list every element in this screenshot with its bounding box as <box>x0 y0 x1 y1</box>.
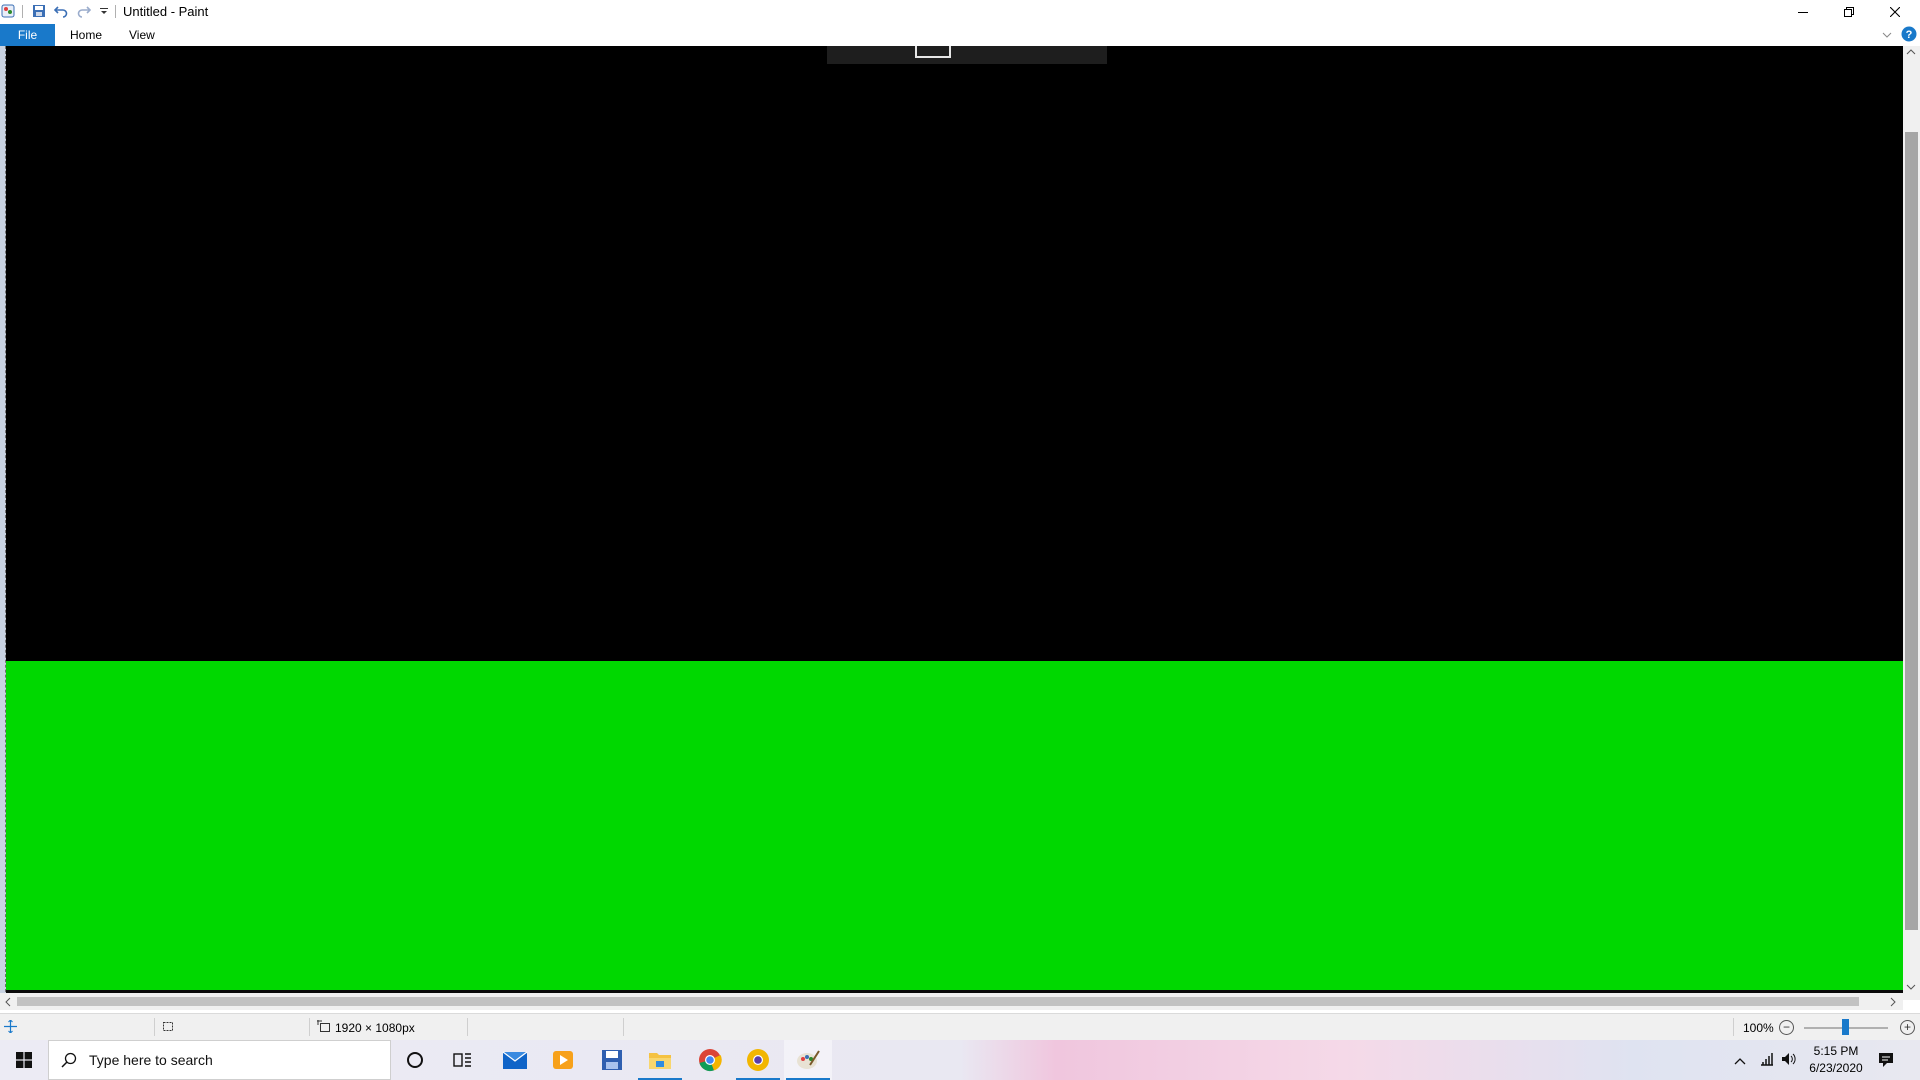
search-placeholder: Type here to search <box>89 1052 213 1068</box>
horizontal-scroll-thumb[interactable] <box>17 997 1859 1006</box>
zoom-in-button[interactable]: + <box>1900 1020 1915 1035</box>
customize-quick-access-icon[interactable] <box>96 3 112 19</box>
scroll-left-icon[interactable] <box>4 997 12 1010</box>
clock-time[interactable]: 5:15 PM <box>1808 1044 1864 1058</box>
start-button[interactable] <box>0 1040 48 1080</box>
scroll-down-icon[interactable] <box>1906 983 1916 994</box>
toolbar-handle[interactable] <box>915 46 951 58</box>
title-bar: Untitled - Paint <box>0 0 1920 24</box>
status-separator <box>467 1018 468 1036</box>
redo-icon[interactable] <box>76 3 92 19</box>
zoom-level: 100% <box>1743 1021 1774 1035</box>
file-explorer-icon[interactable] <box>636 1040 684 1080</box>
zoom-slider-thumb[interactable] <box>1842 1019 1849 1035</box>
action-center-icon[interactable] <box>1878 1052 1894 1071</box>
scroll-up-icon[interactable] <box>1906 48 1916 59</box>
ribbon-tabs: File Home View ? <box>0 24 1920 46</box>
save-disk-app-icon[interactable] <box>588 1040 636 1080</box>
close-icon <box>1890 7 1900 17</box>
floating-toolbar[interactable] <box>827 46 1107 64</box>
help-icon[interactable]: ? <box>1901 26 1917 45</box>
restore-icon <box>1844 7 1854 17</box>
svg-text:?: ? <box>1906 29 1913 41</box>
window-title: Untitled - Paint <box>123 4 209 19</box>
network-icon[interactable] <box>1760 1052 1774 1069</box>
media-player-icon[interactable] <box>539 1040 587 1080</box>
cortana-icon[interactable] <box>391 1040 439 1080</box>
zoom-out-button[interactable]: − <box>1779 1020 1794 1035</box>
canvas-workspace <box>0 46 1903 1000</box>
canvas-dimensions: 1920 × 1080px <box>335 1021 415 1035</box>
paint-app-icon[interactable] <box>0 3 16 19</box>
status-bar: 1920 × 1080px 100% − + <box>0 1013 1920 1041</box>
minimize-icon <box>1798 12 1808 13</box>
taskbar-search-box[interactable]: Type here to search <box>48 1040 391 1080</box>
minimize-button[interactable] <box>1780 0 1826 24</box>
show-hidden-icons-icon[interactable] <box>1734 1054 1746 1069</box>
tab-file[interactable]: File <box>0 24 55 46</box>
volume-icon[interactable] <box>1781 1052 1797 1069</box>
quick-access-separator <box>22 5 23 18</box>
tab-view[interactable]: View <box>115 24 169 46</box>
save-icon[interactable] <box>31 3 47 19</box>
paint-icon[interactable] <box>784 1040 832 1080</box>
scroll-right-icon[interactable] <box>1889 997 1897 1010</box>
status-separator <box>154 1018 155 1036</box>
status-separator <box>309 1018 310 1036</box>
drawing-canvas[interactable] <box>6 46 1903 993</box>
close-button[interactable] <box>1872 0 1918 24</box>
restore-button[interactable] <box>1826 0 1872 24</box>
canvas-black-region <box>6 46 1903 661</box>
windows-logo-icon <box>16 1052 32 1068</box>
expand-ribbon-icon[interactable] <box>1882 28 1892 43</box>
canvas-green-region <box>6 661 1903 993</box>
status-separator <box>623 1018 624 1036</box>
canvas-size-icon <box>317 1020 331 1036</box>
chrome-canary-icon[interactable] <box>734 1040 782 1080</box>
mail-icon[interactable] <box>491 1040 539 1080</box>
title-separator <box>115 5 116 18</box>
vertical-scroll-thumb[interactable] <box>1905 132 1918 930</box>
tab-home[interactable]: Home <box>56 24 116 46</box>
windows-taskbar: Type here to search 5:15 PM 6/23/2020 <box>0 1040 1920 1080</box>
selection-size-icon <box>161 1020 175 1036</box>
undo-icon[interactable] <box>53 3 69 19</box>
status-separator <box>1733 1018 1734 1036</box>
search-icon <box>61 1052 77 1071</box>
cursor-position-icon <box>4 1019 17 1036</box>
chrome-icon[interactable] <box>686 1040 734 1080</box>
task-view-icon[interactable] <box>439 1040 487 1080</box>
clock-date[interactable]: 6/23/2020 <box>1804 1061 1868 1075</box>
selection-border <box>5 46 6 992</box>
